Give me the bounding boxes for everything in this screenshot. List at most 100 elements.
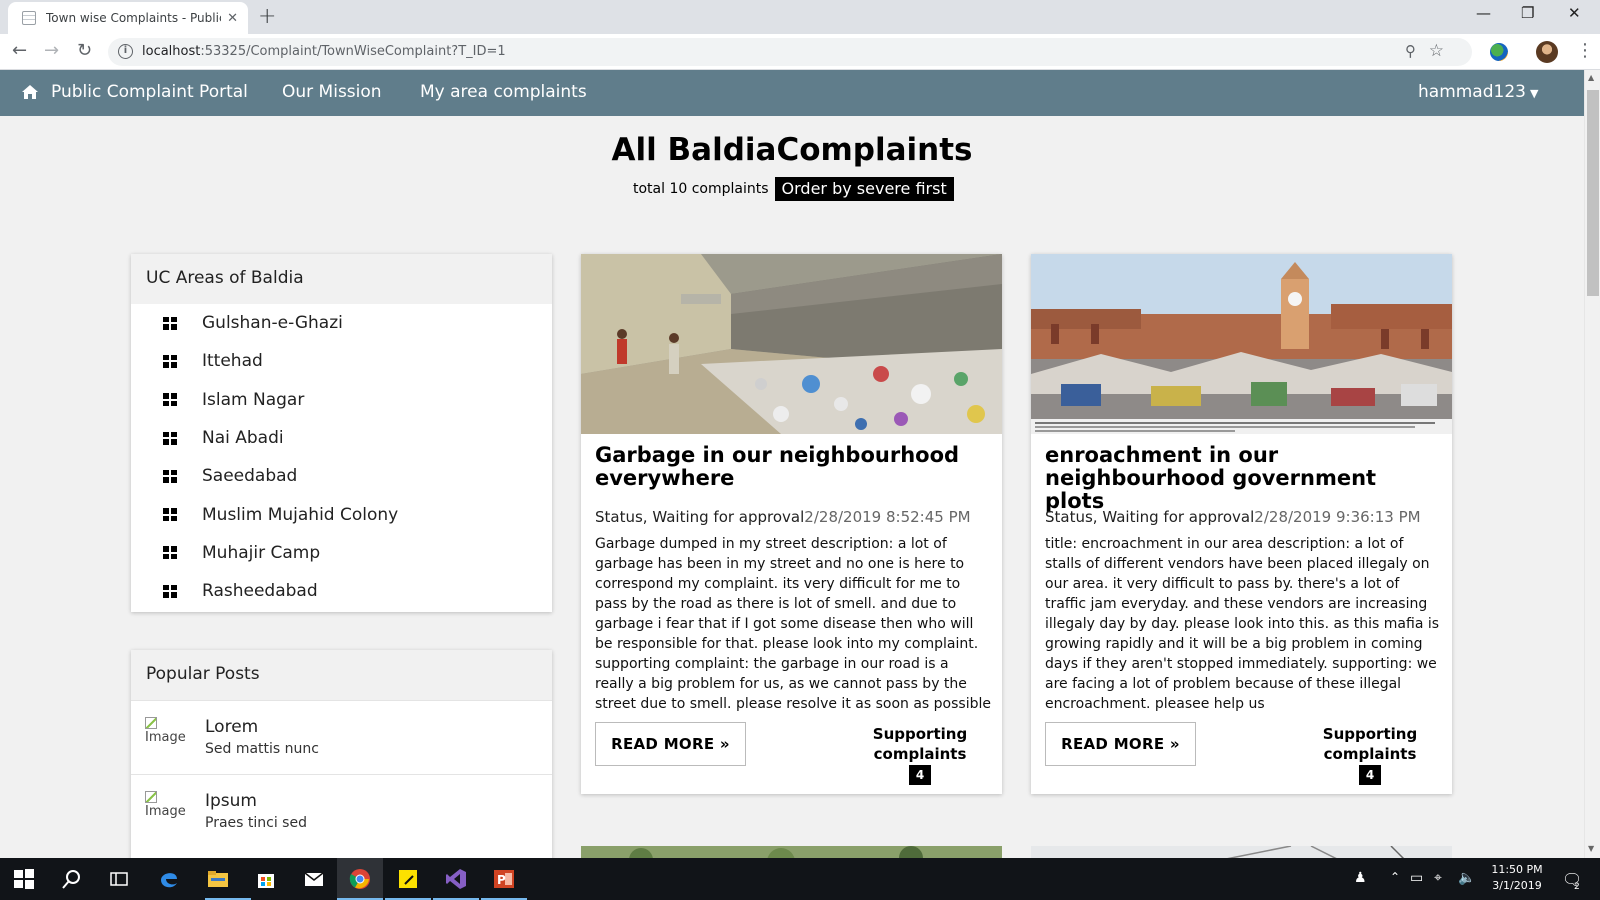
home-icon bbox=[22, 85, 38, 99]
extension-icon[interactable] bbox=[1490, 43, 1508, 61]
uc-area-label: Nai Abadi bbox=[202, 428, 284, 449]
order-by-severity-button[interactable]: Order by severe first bbox=[774, 177, 954, 201]
tab-close-icon[interactable]: ✕ bbox=[227, 11, 238, 26]
powerpoint-icon[interactable]: P bbox=[493, 868, 515, 890]
volume-icon[interactable]: 🔈 bbox=[1458, 870, 1475, 886]
uc-area-item[interactable]: Muhajir Camp bbox=[131, 534, 552, 572]
url-text[interactable]: localhost:53325/Complaint/TownWiseCompla… bbox=[142, 44, 506, 59]
sticky-notes-icon[interactable] bbox=[397, 868, 419, 890]
total-complaints: total 10 complaints bbox=[633, 181, 769, 197]
file-explorer-icon[interactable] bbox=[207, 868, 229, 890]
uc-area-label: Rasheedabad bbox=[202, 581, 318, 602]
clock-date: 3/1/2019 bbox=[1492, 879, 1542, 892]
status-text: Status, Waiting for approval bbox=[595, 508, 805, 526]
post-thumbnail-alt: Image bbox=[145, 730, 186, 745]
task-view-icon[interactable] bbox=[108, 868, 130, 890]
show-hidden-icons[interactable]: ⌃ bbox=[1390, 870, 1400, 884]
uc-area-item[interactable]: Gulshan-e-Ghazi bbox=[131, 304, 552, 342]
user-menu[interactable]: hammad123 ▼ bbox=[1418, 82, 1538, 102]
supporting-complaints-label: Supporting complaints bbox=[872, 725, 968, 763]
uc-area-label: Muhajir Camp bbox=[202, 542, 321, 563]
forward-arrow-icon[interactable]: → bbox=[44, 40, 59, 61]
scroll-up-arrow-icon[interactable]: ▲ bbox=[1588, 73, 1594, 82]
grid-icon bbox=[163, 546, 177, 560]
grid-icon bbox=[163, 469, 177, 483]
user-name: hammad123 bbox=[1418, 82, 1526, 102]
post-subtitle: Sed mattis nunc bbox=[205, 741, 319, 757]
post-title[interactable]: Lorem bbox=[205, 717, 258, 737]
uc-area-item[interactable]: Islam Nagar bbox=[131, 381, 552, 419]
scroll-down-arrow-icon[interactable]: ▼ bbox=[1588, 844, 1594, 853]
browser-menu-icon[interactable]: ⋮ bbox=[1576, 40, 1594, 61]
grid-icon bbox=[163, 508, 177, 522]
uc-area-item[interactable]: Saeedabad bbox=[131, 457, 552, 495]
complaint-card: Garbage in our neighbourhood everywhere … bbox=[581, 254, 1002, 794]
reload-icon[interactable]: ↻ bbox=[77, 40, 92, 61]
edge-browser-icon[interactable] bbox=[158, 868, 180, 890]
site-info-icon[interactable]: i bbox=[118, 44, 133, 59]
popular-post-item[interactable]: Image Lorem Sed mattis nunc bbox=[131, 700, 552, 774]
post-thumbnail: Image bbox=[145, 791, 186, 819]
grid-icon bbox=[163, 584, 177, 598]
caret-down-icon: ▼ bbox=[1529, 87, 1539, 100]
new-tab-button[interactable]: + bbox=[258, 4, 276, 29]
complaint-status: Status, Waiting for approval2/28/2019 9:… bbox=[1045, 508, 1421, 526]
restore-button[interactable]: ❐ bbox=[1521, 4, 1534, 22]
windows-start-icon[interactable] bbox=[13, 868, 35, 890]
page-viewport: Public Complaint Portal Our Mission My a… bbox=[0, 70, 1584, 858]
popular-posts-title: Popular Posts bbox=[131, 650, 552, 700]
grid-icon bbox=[163, 431, 177, 445]
wifi-icon[interactable]: ⌖ bbox=[1434, 870, 1442, 886]
read-more-button[interactable]: READ MORE » bbox=[595, 722, 746, 766]
complaint-photo-garbage bbox=[581, 254, 1002, 434]
back-arrow-icon[interactable]: ← bbox=[12, 40, 27, 61]
complaint-card-partial bbox=[1031, 846, 1452, 858]
supporting-complaints: Supporting complaints 4 bbox=[865, 724, 975, 785]
store-icon[interactable] bbox=[255, 868, 277, 890]
zoom-icon[interactable]: ⚲ bbox=[1405, 42, 1416, 60]
post-title[interactable]: Ipsum bbox=[205, 791, 257, 811]
page-title: All BaldiaComplaints bbox=[611, 132, 973, 168]
complaint-title[interactable]: Garbage in our neighbourhood everywhere bbox=[595, 444, 990, 490]
uc-area-label: Islam Nagar bbox=[202, 389, 305, 410]
uc-area-item[interactable]: Muslim Mujahid Colony bbox=[131, 495, 552, 533]
read-more-button[interactable]: READ MORE » bbox=[1045, 722, 1196, 766]
mail-icon[interactable] bbox=[303, 868, 325, 890]
browser-tabstrip: Town wise Complaints - Public Co ✕ + — ❐… bbox=[0, 0, 1600, 34]
browser-toolbar: ← → ↻ i localhost:53325/Complaint/TownWi… bbox=[0, 34, 1600, 70]
scroll-thumb[interactable] bbox=[1587, 90, 1599, 296]
minimize-button[interactable]: — bbox=[1476, 4, 1491, 22]
chrome-icon[interactable] bbox=[349, 868, 371, 890]
uc-area-label: Gulshan-e-Ghazi bbox=[202, 313, 343, 334]
complaint-description: Garbage dumped in my street description:… bbox=[595, 536, 991, 712]
nav-brand-link[interactable]: Public Complaint Portal bbox=[51, 82, 248, 102]
complaint-title[interactable]: enroachment in our neighbourhood governm… bbox=[1045, 444, 1440, 513]
page-scrollbar[interactable]: ▲ ▼ bbox=[1584, 70, 1600, 858]
uc-area-item[interactable]: Nai Abadi bbox=[131, 419, 552, 457]
search-icon[interactable] bbox=[61, 868, 83, 890]
nav-our-mission[interactable]: Our Mission bbox=[282, 82, 382, 102]
svg-text:P: P bbox=[497, 873, 506, 887]
uc-area-item[interactable]: Ittehad bbox=[131, 342, 552, 380]
address-bar[interactable]: i localhost:53325/Complaint/TownWiseComp… bbox=[108, 38, 1472, 66]
bookmark-star-icon[interactable]: ☆ bbox=[1429, 41, 1444, 61]
visual-studio-icon[interactable] bbox=[445, 868, 467, 890]
url-path: :53325/Complaint/TownWiseComplaint?T_ID=… bbox=[200, 44, 506, 59]
nav-my-area-complaints[interactable]: My area complaints bbox=[420, 82, 587, 102]
tab-title: Town wise Complaints - Public Co bbox=[46, 11, 221, 25]
battery-icon[interactable]: ▭ bbox=[1410, 870, 1423, 886]
popular-post-item[interactable]: Image Ipsum Praes tinci sed bbox=[131, 774, 552, 848]
popular-posts-card: Popular Posts Image Lorem Sed mattis nun… bbox=[131, 650, 552, 858]
profile-avatar[interactable] bbox=[1536, 41, 1558, 63]
browser-tab[interactable]: Town wise Complaints - Public Co ✕ bbox=[8, 2, 248, 34]
window-close-button[interactable]: ✕ bbox=[1568, 4, 1581, 22]
uc-areas-title: UC Areas of Baldia bbox=[131, 254, 552, 304]
grid-icon bbox=[163, 354, 177, 368]
page-favicon-icon bbox=[22, 11, 36, 25]
people-icon[interactable]: ♟ bbox=[1354, 870, 1367, 886]
post-thumbnail: Image bbox=[145, 717, 186, 745]
windows-taskbar: P ♟ ⌃ ▭ ⌖ 🔈 11:50 PM 3/1/2019 🗨 2 bbox=[0, 858, 1600, 900]
uc-area-item[interactable]: Rasheedabad bbox=[131, 572, 552, 610]
clock[interactable]: 11:50 PM 3/1/2019 bbox=[1482, 863, 1552, 892]
supporting-complaints: Supporting complaints 4 bbox=[1315, 724, 1425, 785]
